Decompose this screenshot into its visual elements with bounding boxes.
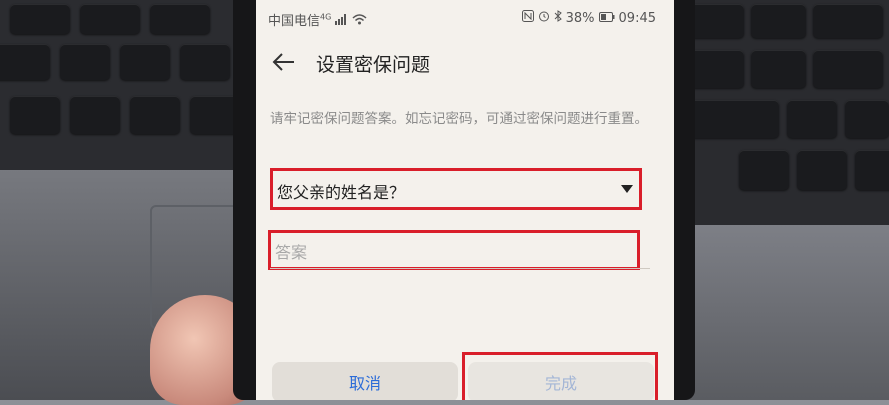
carrier-label: 中国电信 bbox=[268, 14, 321, 29]
bluetooth-icon bbox=[554, 10, 562, 26]
network-type: 4G bbox=[320, 12, 332, 22]
answer-input[interactable] bbox=[273, 238, 637, 266]
answer-underline bbox=[270, 268, 650, 269]
security-question-select[interactable]: 您父亲的姓名是？ bbox=[270, 168, 642, 210]
app-header: 设置密保问题 bbox=[256, 40, 674, 86]
laptop-palmrest-right bbox=[679, 225, 889, 400]
alarm-icon bbox=[538, 10, 550, 26]
battery-percent: 38% bbox=[565, 10, 595, 26]
answer-field-highlight bbox=[268, 230, 640, 270]
page-title: 设置密保问题 bbox=[316, 54, 431, 76]
nfc-icon bbox=[521, 10, 534, 26]
clock: 09:45 bbox=[618, 10, 656, 26]
back-arrow-icon[interactable] bbox=[270, 48, 298, 76]
cancel-button[interactable]: 取消 bbox=[272, 362, 458, 400]
signal-icon bbox=[335, 14, 351, 29]
hint-text: 请牢记密保问题答案。如忘记密码，可通过密保问题进行重置。 bbox=[270, 111, 648, 127]
laptop-keyboard-left bbox=[0, 0, 245, 170]
status-bar: 中国电信4G 38% 09:45 bbox=[256, 0, 674, 36]
wifi-icon bbox=[352, 14, 367, 29]
laptop-keyboard-right bbox=[679, 0, 889, 225]
selected-question: 您父亲的姓名是？ bbox=[277, 183, 406, 202]
dropdown-caret-icon bbox=[621, 185, 633, 193]
done-button-highlight bbox=[462, 352, 658, 400]
battery-icon bbox=[598, 11, 615, 26]
phone-screen: 中国电信4G 38% 09:45 设置密保问题 请牢记密保问题答案。如忘记密码，… bbox=[256, 0, 674, 400]
